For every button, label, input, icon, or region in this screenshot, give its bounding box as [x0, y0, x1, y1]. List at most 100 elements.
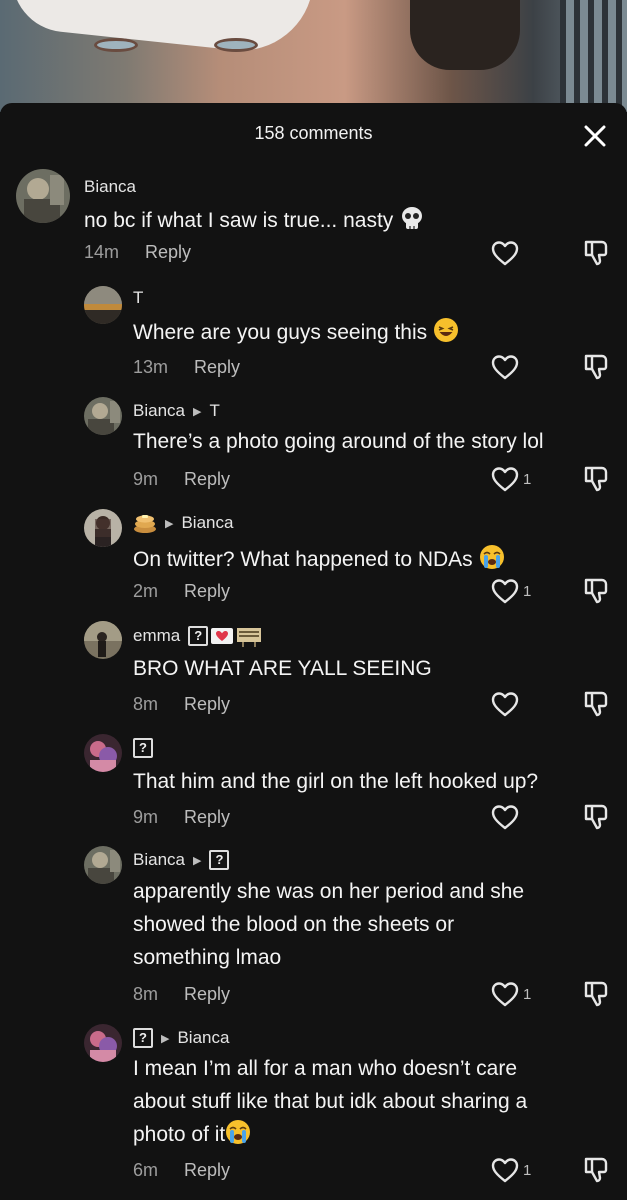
dislike-icon[interactable] [582, 980, 610, 1008]
reply-to-username[interactable]: T [209, 401, 219, 421]
reply-to-username[interactable]: Bianca [177, 1028, 229, 1048]
heart-icon [491, 579, 519, 604]
reply-button[interactable]: Reply [184, 807, 230, 828]
avatar[interactable] [84, 397, 122, 435]
dislike-icon[interactable] [582, 239, 610, 267]
heart-icon [491, 692, 519, 717]
close-icon[interactable] [578, 119, 612, 153]
reply-button[interactable]: Reply [184, 581, 230, 602]
heart-icon [491, 241, 519, 266]
comments-header: 158 comments [0, 103, 627, 163]
comment-body: That him and the girl on the left hooked… [133, 770, 539, 793]
comment-time: 9m [133, 807, 159, 827]
comment-actions: 6m Reply [133, 1160, 230, 1181]
comment-line: something lmao [133, 946, 282, 969]
comment-username[interactable]: Bianca ▶ ? [133, 850, 230, 870]
pancake-emoji [134, 515, 156, 533]
dislike-icon[interactable] [582, 353, 610, 381]
username[interactable]: Bianca [133, 401, 185, 421]
like-button[interactable]: 1 [491, 1157, 531, 1183]
reply-arrow-icon: ▶ [165, 517, 174, 530]
avatar[interactable] [84, 846, 122, 884]
comment-body: On twitter? What happened to NDAs [133, 548, 473, 571]
comment-username[interactable]: Bianca ▶ T [133, 401, 220, 421]
comment-actions: 9m Reply [133, 469, 230, 490]
like-count: 1 [523, 470, 532, 488]
like-button[interactable]: 1 [491, 578, 531, 604]
heart-icon [491, 805, 519, 830]
comments-sheet: 158 comments Bianca no bc if what I saw … [0, 103, 627, 1200]
unsupported-glyph-icon: ? [209, 850, 230, 870]
dislike-icon[interactable] [582, 577, 610, 605]
eye-shape [94, 38, 138, 52]
comment-text: BRO WHAT ARE YALL SEEING [133, 652, 432, 685]
comment-text: I mean I’m all for a man who doesn’t car… [133, 1052, 527, 1151]
railing-shape [560, 0, 627, 112]
skull-emoji [402, 207, 423, 229]
like-button[interactable] [491, 804, 523, 830]
comment-username[interactable]: ? [133, 738, 153, 758]
cap-shape [7, 0, 313, 58]
username[interactable]: T [133, 288, 143, 308]
unsupported-glyph-icon: ? [133, 1028, 153, 1048]
reply-button[interactable]: Reply [184, 694, 230, 715]
comment-line: showed the blood on the sheets or [133, 913, 455, 936]
comment-actions: 13m Reply [133, 357, 240, 378]
comment-time: 13m [133, 357, 169, 377]
like-button[interactable]: 1 [491, 981, 531, 1007]
comment-username[interactable]: Bianca [84, 177, 136, 197]
reply-button[interactable]: Reply [184, 1160, 230, 1181]
reply-arrow-icon: ▶ [192, 405, 202, 418]
like-button[interactable]: 1 [491, 466, 531, 492]
comment-username[interactable]: emma ? [133, 625, 262, 647]
dislike-icon[interactable] [582, 803, 610, 831]
avatar[interactable] [84, 621, 122, 659]
username[interactable]: Bianca [84, 177, 136, 197]
comment-actions: 2m Reply [133, 581, 230, 602]
crying-emoji [226, 1120, 251, 1144]
avatar[interactable] [84, 734, 122, 772]
dislike-icon[interactable] [582, 690, 610, 718]
comment-text: Where are you guys seeing this [133, 316, 459, 349]
comment-username[interactable]: ▶ Bianca [133, 512, 233, 534]
reply-button[interactable]: Reply [184, 469, 230, 490]
dislike-icon[interactable] [582, 1156, 610, 1184]
like-button[interactable] [491, 240, 523, 266]
reply-button[interactable]: Reply [145, 242, 191, 263]
comment-text: There’s a photo going around of the stor… [133, 425, 544, 458]
like-count: 1 [523, 985, 532, 1003]
comment-time: 8m [133, 694, 159, 714]
like-count: 1 [523, 1161, 532, 1179]
comment-text: On twitter? What happened to NDAs [133, 543, 505, 576]
comment-body: There’s a photo going around of the stor… [133, 430, 544, 453]
reply-button[interactable]: Reply [184, 984, 230, 1005]
avatar[interactable] [16, 169, 70, 223]
reply-button[interactable]: Reply [194, 357, 240, 378]
avatar[interactable] [84, 509, 122, 547]
comment-time: 6m [133, 1160, 159, 1180]
comment-body: Where are you guys seeing this [133, 321, 428, 344]
eye-shape [214, 38, 258, 52]
comment-line: about stuff like that but idk about shar… [133, 1090, 528, 1113]
username[interactable]: emma [133, 626, 180, 646]
heart-emoji [211, 628, 234, 644]
laughing-emoji [434, 318, 458, 342]
comment-actions: 8m Reply [133, 694, 230, 715]
username[interactable]: Bianca [133, 850, 185, 870]
comment-body: BRO WHAT ARE YALL SEEING [133, 657, 432, 680]
avatar[interactable] [84, 1024, 122, 1062]
comment-username[interactable]: ? ▶ Bianca [133, 1028, 229, 1048]
dislike-icon[interactable] [582, 465, 610, 493]
like-button[interactable] [491, 354, 523, 380]
comment-body: no bc if what I saw is true... nasty [84, 209, 394, 232]
comment-username[interactable]: T [133, 288, 143, 308]
reply-to-username[interactable]: Bianca [181, 513, 233, 533]
heart-icon [491, 1158, 519, 1183]
comment-actions: 9m Reply [133, 807, 230, 828]
hair-shape [410, 0, 520, 70]
heart-icon [491, 355, 519, 380]
like-button[interactable] [491, 691, 523, 717]
comment-text: no bc if what I saw is true... nasty [84, 204, 425, 237]
heart-icon [491, 467, 519, 492]
avatar[interactable] [84, 286, 122, 324]
